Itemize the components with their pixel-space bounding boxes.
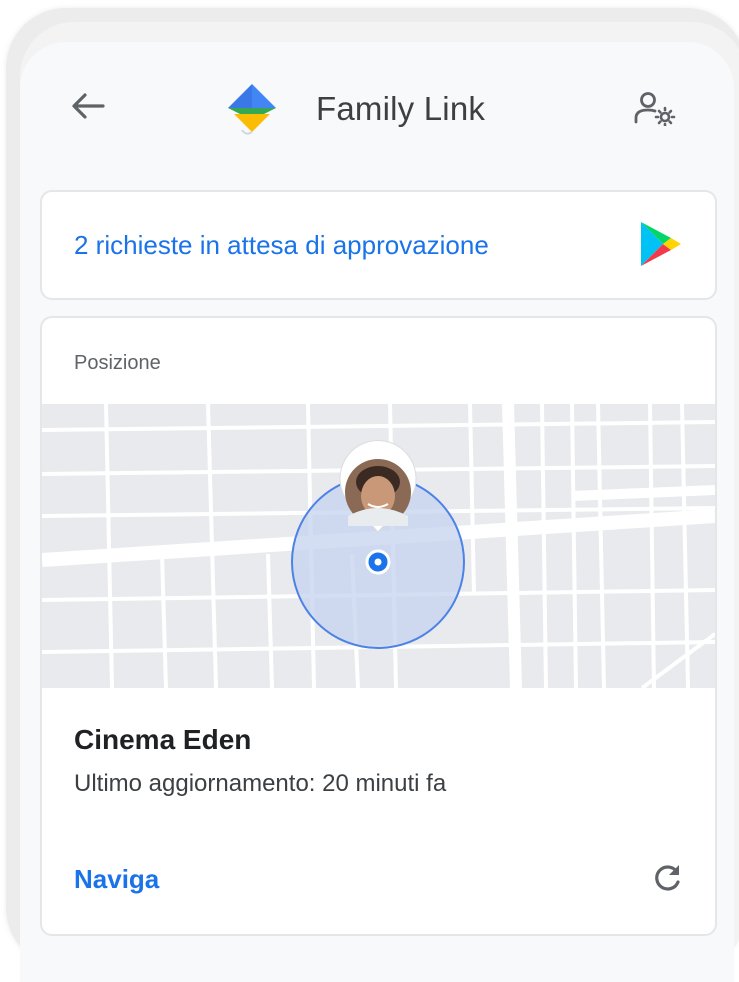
google-play-icon (641, 222, 681, 266)
refresh-icon (655, 865, 680, 891)
app-bar: Family Link (20, 42, 734, 172)
app-title: Family Link (316, 90, 486, 127)
app-screen: Family Link 2 richieste in attesa di app… (20, 42, 734, 982)
family-link-logo-icon (228, 84, 276, 135)
location-map[interactable] (42, 404, 715, 688)
location-section-label: Posizione (74, 352, 161, 374)
map-canvas (42, 404, 715, 688)
pending-requests-card[interactable]: 2 richieste in attesa di approvazione (40, 190, 717, 300)
child-avatar-pin (339, 440, 417, 533)
last-updated-text: Ultimo aggiornamento: 20 minuti fa (74, 770, 447, 797)
account-settings-button[interactable] (632, 88, 678, 128)
back-button[interactable] (68, 88, 108, 124)
pending-requests-link[interactable]: 2 richieste in attesa di approvazione (74, 230, 489, 261)
navigate-button[interactable]: Naviga (74, 864, 159, 895)
place-name: Cinema Eden (74, 724, 252, 755)
arrow-back-icon (72, 93, 105, 119)
location-card: Posizione Cinema Eden Ultimo aggiornamen… (40, 316, 717, 936)
refresh-button[interactable] (647, 858, 687, 898)
manage-account-settings-icon (634, 92, 676, 126)
